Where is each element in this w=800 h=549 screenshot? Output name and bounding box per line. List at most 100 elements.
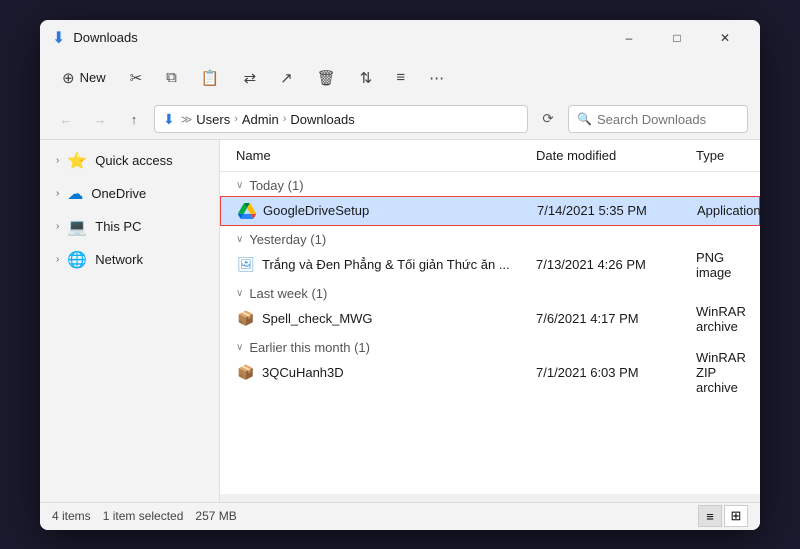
file-name: Spell_check_MWG [262, 311, 373, 326]
up-button[interactable]: ↑ [120, 105, 148, 133]
table-row[interactable]: 📦 Spell_check_MWG 7/6/2021 4:17 PM WinRA… [220, 304, 760, 334]
delete-button[interactable]: 🗑 [307, 62, 346, 94]
status-bar: 4 items 1 item selected 257 MB ≡ ⊞ [40, 502, 760, 530]
large-icons-view-button[interactable]: ⊞ [724, 505, 748, 527]
group-chevron-icon: ∨ [236, 234, 243, 245]
star-icon: ⭐ [67, 151, 87, 171]
png-icon: 🖼 [236, 255, 256, 275]
sidebar-label-onedrive: OneDrive [91, 186, 146, 201]
forward-button[interactable]: → [86, 105, 114, 133]
view-icon: ≡ [396, 69, 405, 86]
sidebar-label-this-pc: This PC [95, 219, 141, 234]
title-bar: ⬇ Downloads – □ ✕ [40, 20, 760, 56]
chevron-icon: › [56, 155, 59, 166]
title-bar-controls: – □ ✕ [606, 22, 748, 54]
chevron-icon: › [56, 254, 59, 265]
move-icon: ⇄ [244, 69, 257, 87]
column-headers: Name Date modified Type [220, 140, 760, 172]
file-date: 7/6/2021 4:17 PM [536, 311, 696, 326]
scrollbar[interactable] [220, 494, 760, 502]
col-header-type[interactable]: Type [696, 148, 744, 163]
breadcrumb-admin[interactable]: Admin [242, 112, 279, 127]
details-view-button[interactable]: ≡ [698, 505, 722, 527]
sort-button[interactable]: ⇅ [350, 62, 383, 94]
refresh-icon: ⟳ [542, 111, 553, 127]
back-button[interactable]: ← [52, 105, 80, 133]
more-button[interactable]: ⋯ [419, 62, 454, 94]
content-area: Name Date modified Type ∨ Today (1) [220, 140, 760, 502]
address-bar: ← → ↑ ⬇ ≫ Users › Admin › Downloads ⟳ 🔍 [40, 100, 760, 140]
new-button[interactable]: ⊕ New [52, 62, 116, 94]
file-name-cell: 🖼 Trắng và Đen Phẳng & Tối giản Thức ăn … [236, 255, 536, 275]
file-name-cell: 📦 3QCuHanh3D [236, 363, 536, 383]
copy-icon: ⧉ [166, 69, 177, 86]
breadcrumb-users[interactable]: Users [196, 112, 230, 127]
main-area: › ⭐ Quick access › ☁ OneDrive › 💻 This P… [40, 140, 760, 502]
title-bar-icon: ⬇ [52, 28, 65, 48]
network-icon: 🌐 [67, 250, 87, 270]
status-selected: 1 item selected [103, 509, 184, 523]
refresh-button[interactable]: ⟳ [534, 105, 562, 133]
search-icon: 🔍 [577, 112, 592, 126]
sidebar-label-quick-access: Quick access [95, 153, 172, 168]
forward-icon: → [94, 112, 107, 127]
table-row[interactable]: 📦 3QCuHanh3D 7/1/2021 6:03 PM WinRAR ZIP… [220, 358, 760, 388]
group-lastweek: ∨ Last week (1) [220, 280, 760, 304]
file-name-cell: GoogleDriveSetup [237, 201, 537, 221]
status-size: 257 MB [195, 509, 236, 523]
chevron-icon: › [56, 221, 59, 232]
chevron-icon: › [56, 188, 59, 199]
up-icon: ↑ [131, 112, 138, 127]
col-header-date[interactable]: Date modified [536, 148, 696, 163]
gdrive-icon [237, 201, 257, 221]
minimize-button[interactable]: – [606, 22, 652, 54]
file-date: 7/1/2021 6:03 PM [536, 365, 696, 380]
cloud-icon: ☁ [67, 184, 83, 204]
paste-button[interactable]: 📋 [191, 62, 230, 94]
sidebar-label-network: Network [95, 252, 143, 267]
view-button[interactable]: ≡ [386, 62, 415, 94]
file-name: Trắng và Đen Phẳng & Tối giản Thức ăn ..… [262, 257, 510, 272]
sidebar-item-network[interactable]: › 🌐 Network [44, 244, 215, 276]
file-type: WinRAR ZIP archive [696, 350, 746, 395]
group-yesterday: ∨ Yesterday (1) [220, 226, 760, 250]
computer-icon: 💻 [67, 217, 87, 237]
rar-icon: 📦 [236, 363, 256, 383]
copy-button[interactable]: ⧉ [156, 62, 187, 94]
group-today: ∨ Today (1) [220, 172, 760, 196]
group-lastweek-label: Last week (1) [249, 286, 327, 301]
share-button[interactable]: ↗ [270, 62, 303, 94]
move-button[interactable]: ⇄ [234, 62, 267, 94]
status-item-count: 4 items [52, 509, 91, 523]
file-type: Application [697, 203, 760, 218]
file-type: WinRAR archive [696, 304, 746, 334]
close-button[interactable]: ✕ [702, 22, 748, 54]
group-yesterday-label: Yesterday (1) [249, 232, 326, 247]
group-chevron-icon: ∨ [236, 342, 243, 353]
sidebar-item-this-pc[interactable]: › 💻 This PC [44, 211, 215, 243]
breadcrumb-downloads[interactable]: Downloads [290, 112, 354, 127]
group-earlier: ∨ Earlier this month (1) [220, 334, 760, 358]
sidebar-item-onedrive[interactable]: › ☁ OneDrive [44, 178, 215, 210]
breadcrumb[interactable]: ⬇ ≫ Users › Admin › Downloads [154, 105, 528, 133]
new-label: New [80, 70, 106, 85]
col-header-name[interactable]: Name [236, 148, 536, 163]
sort-icon: ⇅ [360, 69, 373, 87]
maximize-button[interactable]: □ [654, 22, 700, 54]
table-row[interactable]: GoogleDriveSetup 7/14/2021 5:35 PM Appli… [220, 196, 760, 226]
title-bar-title: Downloads [73, 30, 606, 45]
new-icon: ⊕ [62, 69, 75, 87]
search-input[interactable] [597, 112, 739, 127]
table-row[interactable]: 🖼 Trắng và Đen Phẳng & Tối giản Thức ăn … [220, 250, 760, 280]
rar-icon: 📦 [236, 309, 256, 329]
search-box[interactable]: 🔍 [568, 105, 748, 133]
share-icon: ↗ [280, 69, 293, 87]
file-date: 7/14/2021 5:35 PM [537, 203, 697, 218]
cut-button[interactable]: ✂ [120, 62, 153, 94]
sidebar-item-quick-access[interactable]: › ⭐ Quick access [44, 145, 215, 177]
file-type: PNG image [696, 250, 744, 280]
sidebar: › ⭐ Quick access › ☁ OneDrive › 💻 This P… [40, 140, 220, 502]
file-name-cell: 📦 Spell_check_MWG [236, 309, 536, 329]
view-buttons: ≡ ⊞ [698, 505, 748, 527]
cut-icon: ✂ [130, 69, 143, 87]
